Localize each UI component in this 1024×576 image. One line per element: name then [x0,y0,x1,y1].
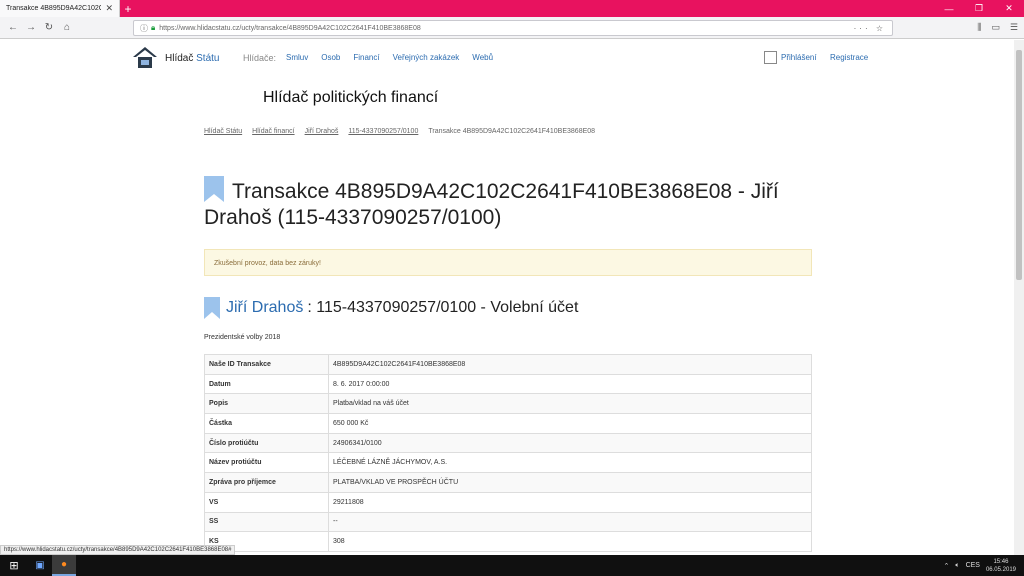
library-icon[interactable]: ⫼ [977,22,981,33]
row-key: Částka [204,413,329,434]
clock[interactable]: 15:46 06.05.2019 [986,558,1016,574]
table-row: Název protiúčtu LÉČEBNÉ LÁZNĚ JÁCHYMOV, A… [204,452,812,474]
row-value: -- [328,511,812,533]
row-value: 4B895D9A42C102C2641F410BE3868E08 [328,354,812,375]
table-row: Naše ID Transakce 4B895D9A42C102C2641F410… [204,354,812,375]
row-value: 8. 6. 2017 0:00:00 [328,373,812,395]
tab-bar: Transakce 4B895D9A42C102C2641F ✕ + — ❐ ✕ [0,0,1024,17]
site-header: Hlídač Státu Hlídače: Smluv Osob Financí… [0,40,1014,78]
close-window-icon[interactable]: ✕ [994,3,1024,14]
nav-smluv[interactable]: Smluv [286,53,308,62]
election-label: Prezidentské volby 2018 [204,334,281,341]
breadcrumb-current: Transakce 4B895D9A42C102C2641F410BE3868E… [428,128,596,135]
row-value: LÉČEBNÉ LÁZNĚ JÁCHYMOV, A.S. [328,452,812,474]
firefox-icon[interactable]: ● [52,555,76,576]
nav-webu[interactable]: Webů [472,53,493,62]
tray-up-icon[interactable]: ⌃ [943,562,949,570]
brand-main: Hlídač [165,53,194,64]
breadcrumb-finance[interactable]: Hlídač financí [252,128,294,135]
back-icon[interactable]: ← [4,22,22,33]
browser-toolbar: ← → ↻ ⌂ ⓘ 🔒︎ https://www.hlidacstatu.cz/… [0,17,1024,39]
register-link[interactable]: Registrace [830,53,868,62]
volume-icon[interactable]: 🔈︎ [955,562,959,570]
lang-indicator[interactable]: CES [966,562,980,569]
login-checkbox[interactable] [764,51,777,64]
page-scrollbar[interactable] [1014,40,1024,555]
table-row: Částka 650 000 Kč [204,413,812,434]
table-row: KS 308 [204,531,812,552]
main-nav: Smluv Osob Financí Veřejných zakázek Web… [286,53,493,62]
nav-osob[interactable]: Osob [321,53,340,62]
windows-start-icon[interactable]: ⊞ [0,559,28,572]
table-row: VS 29211808 [204,491,812,513]
scroll-thumb[interactable] [1016,50,1022,280]
row-value: 308 [328,531,812,552]
brand[interactable]: Hlídač Státu [165,53,220,64]
page-actions-icon[interactable]: ··· ☆ [854,24,886,33]
info-icon[interactable]: ⓘ [140,23,148,34]
reload-icon[interactable]: ↻ [40,22,58,33]
table-row: SS -- [204,511,812,533]
breadcrumb-account[interactable]: 115-4337090257/0100 [348,128,418,135]
row-key: Popis [204,393,329,415]
row-key: Naše ID Transakce [204,354,329,375]
table-row: Číslo protiúčtu 24906341/0100 [204,432,812,454]
nav-zakazek[interactable]: Veřejných zakázek [393,53,460,62]
row-key: Datum [204,373,329,395]
row-key: Název protiúčtu [204,452,329,474]
row-key: VS [204,491,329,513]
url-text[interactable]: https://www.hlidacstatu.cz/ucty/transakc… [159,25,853,32]
minimize-icon[interactable]: — [934,4,964,14]
account-heading-rest: : 115-4337090257/0100 - Volební účet [307,299,579,316]
brand-accent: Státu [196,53,220,64]
breadcrumb-home[interactable]: Hlídač Státu [204,128,242,135]
browser-tab[interactable]: Transakce 4B895D9A42C102C2641F ✕ [0,0,120,17]
time: 15:46 [993,558,1009,565]
table-row: Popis Platba/vklad na váš účet [204,393,812,415]
table-row: Datum 8. 6. 2017 0:00:00 [204,373,812,395]
alert-banner: Zkušební provoz, data bez záruky! [204,249,812,276]
tab-title: Transakce 4B895D9A42C102C2641F [6,5,102,12]
row-value: 29211808 [328,491,812,513]
row-value: 650 000 Kč [328,413,812,434]
sidebar-icon[interactable]: ▭ [991,22,1000,33]
section-title: Hlídač politických financí [263,89,439,106]
row-value: 24906341/0100 [328,432,812,454]
row-key: Číslo protiúčtu [204,432,329,454]
new-tab-icon[interactable]: + [120,0,136,17]
row-key: Zpráva pro příjemce [204,472,329,493]
breadcrumb: Hlídač Státu Hlídač financí Jiří Drahoš … [204,128,595,135]
bookmark-icon [204,176,224,202]
logo-icon[interactable] [132,45,158,71]
table-row: Zpráva pro příjemce PLATBA/VKLAD VE PROSP… [204,472,812,493]
account-owner-link[interactable]: Jiří Drahoš [226,299,303,317]
breadcrumb-person[interactable]: Jiří Drahoš [305,128,339,135]
window-controls: — ❐ ✕ [934,0,1024,17]
address-bar[interactable]: ⓘ 🔒︎ https://www.hlidacstatu.cz/ucty/tra… [133,20,893,36]
home-icon[interactable]: ⌂ [58,22,76,33]
page-title-text: Transakce 4B895D9A42C102C2641F410BE3868E… [204,180,779,229]
close-tab-icon[interactable]: ✕ [105,3,113,14]
row-value: PLATBA/VKLAD VE PROSPĚCH ÚČTU [328,472,812,493]
row-key: SS [204,511,329,533]
taskbar: ⊞ ▣ ● ⌃ 🔈︎ CES 15:46 06.05.2019 [0,555,1024,576]
login-link[interactable]: Přihlášení [781,53,817,62]
nav-financi[interactable]: Financí [353,53,379,62]
lock-icon[interactable]: 🔒︎ [151,23,155,33]
page-title: Transakce 4B895D9A42C102C2641F410BE3868E… [204,176,804,231]
system-tray: ⌃ 🔈︎ CES 15:46 06.05.2019 [943,558,1024,574]
status-bar: https://www.hlidacstatu.cz/ucty/transakc… [0,545,236,555]
restore-icon[interactable]: ❐ [964,3,994,14]
row-value: Platba/vklad na váš účet [328,393,812,415]
account-heading: Jiří Drahoš : 115-4337090257/0100 - Vole… [204,297,578,319]
bookmark-icon [204,297,220,319]
transaction-details: Naše ID Transakce 4B895D9A42C102C2641F410… [204,354,812,552]
forward-icon[interactable]: → [22,22,40,33]
date: 06.05.2019 [985,566,1016,573]
toolbar-right: ⫼ ▭ ☰ [977,22,1018,33]
menu-icon[interactable]: ☰ [1010,22,1018,33]
save-icon[interactable]: ▣ [28,555,52,576]
watch-label: Hlídače: [243,53,277,63]
